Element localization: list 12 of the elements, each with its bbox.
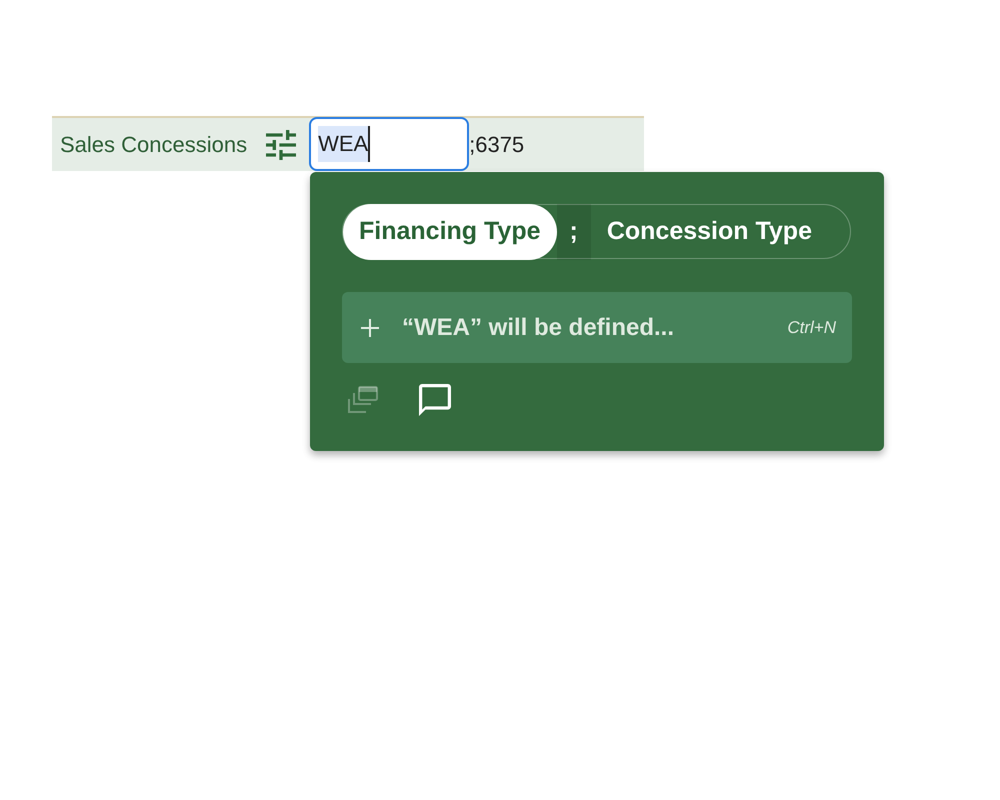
- text-input[interactable]: WEA: [309, 117, 470, 171]
- shortcut-hint: Ctrl+N: [787, 316, 836, 339]
- value-text: ;6375: [469, 131, 524, 159]
- segment-tab[interactable]: Financing Type: [343, 204, 556, 260]
- sliders-icon[interactable]: [266, 130, 296, 160]
- delimiter-option[interactable]: ;: [556, 204, 591, 260]
- segment-tab[interactable]: Concession Type: [590, 204, 850, 260]
- field-label: Sales Concessions: [59, 131, 248, 159]
- suggestion-text: “WEA” will be defined...: [402, 312, 674, 342]
- plus-icon: [360, 318, 380, 338]
- suggestion-item[interactable]: “WEA” will be defined... Ctrl+N: [342, 292, 852, 363]
- speech-bubble-icon[interactable]: [419, 384, 451, 416]
